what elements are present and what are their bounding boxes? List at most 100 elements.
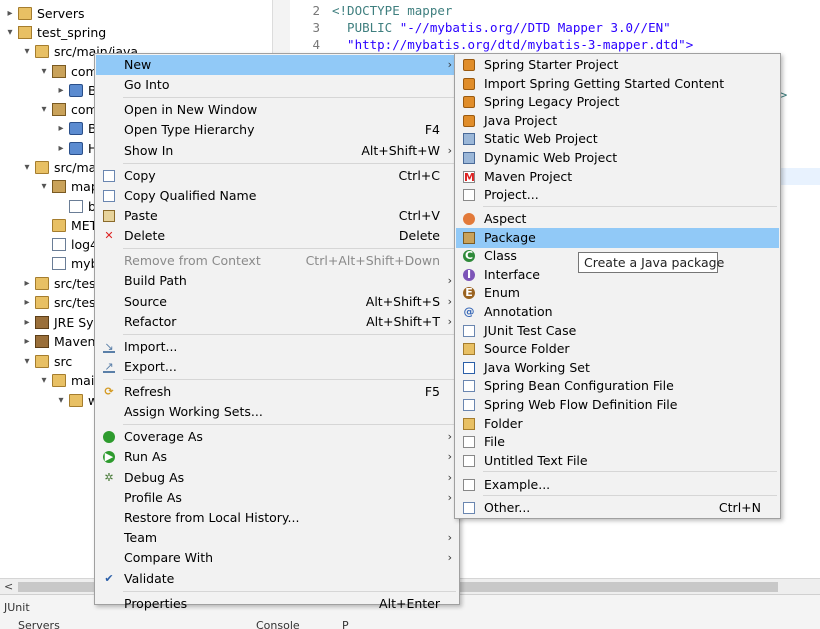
menu-item-export[interactable]: ↗ Export... bbox=[96, 357, 458, 377]
new-item-dynamic-web-project[interactable]: Dynamic Web Project bbox=[456, 148, 779, 168]
chevron-down-icon[interactable]: ▾ bbox=[55, 391, 67, 410]
new-item-other[interactable]: Other... Ctrl+N bbox=[456, 498, 779, 518]
chevron-down-icon[interactable]: ▾ bbox=[38, 177, 50, 196]
menu-item-open-in-new-window[interactable]: Open in New Window bbox=[96, 100, 458, 120]
menu-item-profile-as[interactable]: Profile As › bbox=[96, 488, 458, 508]
menu-item-paste[interactable]: Paste Ctrl+V bbox=[96, 206, 458, 226]
tab-servers[interactable]: Servers bbox=[18, 619, 60, 629]
new-item-package[interactable]: Package bbox=[456, 227, 779, 248]
menu-separator bbox=[123, 379, 456, 381]
new-item-spring-web-flow-definition-file[interactable]: Spring Web Flow Definition File bbox=[456, 395, 779, 415]
menu-item-assign-working-sets[interactable]: Assign Working Sets... bbox=[96, 402, 458, 422]
submenu-arrow-icon: › bbox=[447, 490, 452, 504]
new-item-spring-bean-configuration-file[interactable]: Spring Bean Configuration File bbox=[456, 376, 779, 396]
menu-item-label: File bbox=[484, 434, 505, 450]
chevron-right-icon[interactable]: ▸ bbox=[21, 293, 33, 312]
menu-item-coverage-as[interactable]: Coverage As › bbox=[96, 427, 458, 447]
chevron-right-icon[interactable]: ▸ bbox=[4, 4, 16, 23]
other-icon bbox=[463, 502, 475, 515]
new-item-example[interactable]: Example... bbox=[456, 475, 779, 495]
new-item-enum[interactable]: E Enum bbox=[456, 283, 779, 303]
tree-item[interactable]: ▾ test_spring bbox=[0, 23, 272, 42]
chevron-right-icon[interactable]: ▸ bbox=[21, 332, 33, 351]
new-item-folder[interactable]: Folder bbox=[456, 414, 779, 434]
chevron-down-icon[interactable]: ▾ bbox=[38, 62, 50, 81]
tab-junit[interactable]: JUnit bbox=[4, 601, 30, 614]
menu-item-label: Spring Starter Project bbox=[484, 57, 619, 72]
new-item-spring-legacy-project[interactable]: Spring Legacy Project bbox=[456, 92, 779, 112]
new-item-aspect[interactable]: Aspect bbox=[456, 209, 779, 229]
menu-item-open-type-hierarchy[interactable]: Open Type Hierarchy F4 bbox=[96, 120, 458, 140]
menu-item-shortcut: Ctrl+C bbox=[398, 167, 440, 183]
menu-item-import[interactable]: ↘ Import... bbox=[96, 337, 458, 357]
new-item-import-spring-getting-started-content[interactable]: Import Spring Getting Started Content bbox=[456, 74, 779, 94]
new-item-untitled-text-file[interactable]: Untitled Text File bbox=[456, 451, 779, 471]
menu-item-label: Validate bbox=[124, 570, 175, 586]
new-item-static-web-project[interactable]: Static Web Project bbox=[456, 129, 779, 149]
code-line[interactable]: 2 <!DOCTYPE mapper bbox=[290, 2, 820, 19]
chevron-right-icon[interactable]: ▸ bbox=[21, 313, 33, 332]
menu-item-shortcut: Delete bbox=[398, 228, 440, 244]
menu-item-label: Build Path bbox=[124, 273, 187, 289]
library-icon bbox=[35, 316, 49, 329]
chevron-right-icon[interactable]: ▸ bbox=[55, 81, 67, 100]
chevron-down-icon[interactable]: ▾ bbox=[4, 23, 16, 42]
menu-item-copy-qualified-name[interactable]: Copy Qualified Name bbox=[96, 186, 458, 206]
run-icon: ▶ bbox=[103, 450, 115, 464]
new-item-java-working-set[interactable]: Java Working Set bbox=[456, 358, 779, 378]
menu-item-restore-from-local-history[interactable]: Restore from Local History... bbox=[96, 508, 458, 528]
menu-item-label: Import... bbox=[124, 338, 178, 354]
menu-item-copy[interactable]: Copy Ctrl+C bbox=[96, 166, 458, 186]
debug-icon: ✲ bbox=[104, 470, 114, 484]
menu-item-compare-with[interactable]: Compare With › bbox=[96, 548, 458, 568]
new-item-maven-project[interactable]: M Maven Project bbox=[456, 167, 779, 187]
new-item-source-folder[interactable]: Source Folder bbox=[456, 339, 779, 359]
chevron-down-icon[interactable]: ▾ bbox=[38, 100, 50, 119]
menu-item-show-in[interactable]: Show In Alt+Shift+W › bbox=[96, 141, 458, 161]
tree-item-label: src/mai bbox=[54, 160, 100, 175]
chevron-down-icon[interactable]: ▾ bbox=[21, 42, 33, 61]
new-item-project[interactable]: Project... bbox=[456, 185, 779, 205]
chevron-right-icon bbox=[38, 254, 50, 273]
tooltip: Create a Java package bbox=[578, 252, 724, 273]
new-item-file[interactable]: File bbox=[456, 432, 779, 452]
menu-item-build-path[interactable]: Build Path › bbox=[96, 271, 458, 291]
menu-item-label: Other... bbox=[484, 500, 531, 516]
annotation-icon: @ bbox=[463, 305, 475, 318]
menu-item-shortcut: F5 bbox=[424, 384, 440, 399]
interface-icon: I bbox=[463, 268, 475, 281]
menu-item-label: Assign Working Sets... bbox=[124, 404, 263, 420]
menu-item-debug-as[interactable]: ✲ Debug As › bbox=[96, 468, 458, 488]
new-item-spring-starter-project[interactable]: Spring Starter Project bbox=[456, 55, 779, 75]
tree-item[interactable]: ▸ Servers bbox=[0, 4, 272, 23]
chevron-right-icon[interactable]: ▸ bbox=[55, 119, 67, 138]
menu-item-new[interactable]: New › bbox=[96, 55, 458, 75]
menu-item-refresh[interactable]: ⟳ Refresh F5 bbox=[96, 382, 458, 402]
submenu-arrow-icon: › bbox=[447, 294, 452, 308]
menu-item-source[interactable]: Source Alt+Shift+S › bbox=[96, 292, 458, 312]
new-item-junit-test-case[interactable]: JUnit Test Case bbox=[456, 321, 779, 341]
menu-item-label: Go Into bbox=[124, 77, 170, 93]
menu-item-team[interactable]: Team › bbox=[96, 528, 458, 548]
menu-item-delete[interactable]: ✕ Delete Delete bbox=[96, 226, 458, 246]
menu-item-properties[interactable]: Properties Alt+Enter bbox=[96, 594, 458, 614]
chevron-down-icon[interactable]: ▾ bbox=[21, 158, 33, 177]
tab-p[interactable]: P bbox=[342, 619, 349, 629]
chevron-right-icon[interactable]: ▸ bbox=[21, 274, 33, 293]
menu-item-run-as[interactable]: ▶ Run As › bbox=[96, 447, 458, 467]
scroll-left-icon[interactable]: < bbox=[4, 580, 13, 593]
new-item-annotation[interactable]: @ Annotation bbox=[456, 302, 779, 322]
menu-item-go-into[interactable]: Go Into bbox=[96, 75, 458, 95]
submenu-arrow-icon: › bbox=[447, 551, 452, 565]
folder-icon bbox=[52, 219, 66, 232]
tab-console[interactable]: Console bbox=[256, 619, 300, 629]
chevron-right-icon[interactable]: ▸ bbox=[55, 139, 67, 158]
menu-item-refactor[interactable]: Refactor Alt+Shift+T › bbox=[96, 312, 458, 332]
new-item-java-project[interactable]: Java Project bbox=[456, 111, 779, 131]
menu-item-validate[interactable]: ✔ Validate bbox=[96, 569, 458, 589]
code-line[interactable]: 4 "http://mybatis.org/dtd/mybatis-3-mapp… bbox=[290, 36, 820, 53]
chevron-down-icon[interactable]: ▾ bbox=[21, 352, 33, 371]
code-line[interactable]: 3 PUBLIC "-//mybatis.org//DTD Mapper 3.0… bbox=[290, 19, 820, 36]
chevron-down-icon[interactable]: ▾ bbox=[38, 371, 50, 390]
source-folder-icon bbox=[35, 277, 49, 290]
